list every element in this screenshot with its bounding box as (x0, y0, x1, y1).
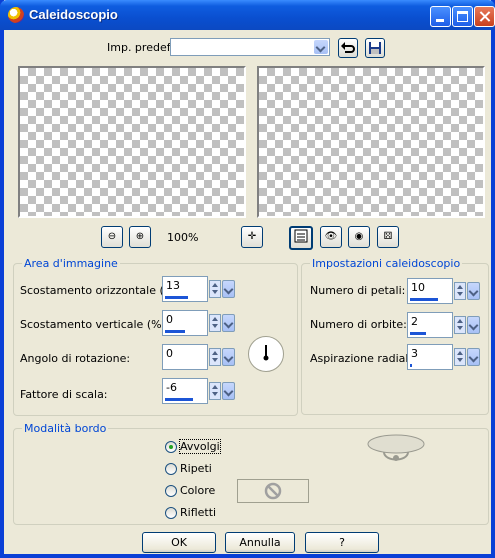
radial-input[interactable]: 3 (407, 344, 453, 370)
petals-control[interactable]: 10 (407, 278, 480, 306)
radial-dropdown-icon[interactable] (467, 348, 480, 366)
floppy-disk-icon (369, 42, 381, 54)
rotation-label: Angolo di rotazione: (20, 352, 131, 365)
pan-button[interactable]: ✛ (241, 226, 263, 248)
orbits-control[interactable]: 2 (407, 312, 480, 340)
v-offset-label: Scostamento verticale (%): (20, 318, 170, 331)
maximize-button[interactable] (452, 6, 473, 27)
close-button[interactable] (474, 6, 495, 27)
h-offset-label: Scostamento orizzontale (%): (20, 284, 183, 297)
window-title: Caleidoscopio (29, 7, 118, 22)
edge-option-radio-1[interactable] (165, 463, 177, 475)
scale-bar (165, 398, 193, 401)
h-offset-control[interactable]: 13 (162, 276, 235, 304)
radial-value: 3 (411, 347, 418, 360)
rotation-input[interactable]: 0 (162, 344, 208, 370)
zoom-out-button[interactable]: ⊖ (101, 226, 123, 248)
zoom-level: 100% (167, 231, 199, 244)
zoom-in-icon: ⊕ (135, 231, 145, 242)
signature-watermark-icon (367, 434, 425, 461)
scale-dropdown-icon[interactable] (222, 382, 235, 400)
h-offset-input[interactable]: 13 (162, 276, 208, 302)
h-offset-dropdown-icon[interactable] (222, 280, 235, 298)
edge-color-swatch[interactable] (237, 479, 309, 503)
zoom-in-button[interactable]: ⊕ (129, 226, 151, 248)
scale-control[interactable]: -6 (162, 378, 235, 406)
no-color-icon (264, 482, 282, 500)
undo-arrow-icon (341, 42, 355, 53)
preview-panel-icon (294, 229, 308, 243)
cancel-button[interactable]: Annulla (225, 532, 295, 553)
petals-bar (410, 298, 438, 301)
dial-needle-icon (263, 345, 269, 361)
rotation-value: 0 (166, 347, 173, 360)
minimize-button[interactable] (430, 6, 451, 27)
auto-proof-icon: ◉ (354, 231, 364, 242)
edge-option-radio-0[interactable] (165, 441, 177, 453)
toggle-preview-button[interactable] (289, 226, 313, 250)
proof-button[interactable]: 👁 (320, 226, 342, 248)
help-button[interactable]: ? (305, 532, 379, 553)
h-offset-spinner[interactable] (209, 280, 221, 298)
orbits-bar (410, 332, 426, 335)
ok-button[interactable]: OK (142, 532, 216, 553)
radial-bar (410, 364, 412, 367)
scale-input[interactable]: -6 (162, 378, 208, 404)
orbits-value: 2 (411, 315, 418, 328)
orbits-input[interactable]: 2 (407, 312, 453, 338)
dice-icon: ⚄ (383, 231, 393, 242)
edge-mode-title: Modalità bordo (22, 422, 109, 435)
rotation-spinner[interactable] (209, 348, 221, 366)
app-icon (8, 7, 24, 23)
v-offset-value: 0 (166, 313, 173, 326)
v-offset-control[interactable]: 0 (162, 310, 235, 338)
radial-label: Aspirazione radiale: (310, 352, 419, 365)
chevron-down-icon[interactable] (314, 40, 328, 54)
scale-label: Fattore di scala: (20, 388, 108, 401)
zoom-out-icon: ⊖ (107, 231, 117, 242)
edge-option-label: Colore (180, 484, 216, 497)
v-offset-spinner[interactable] (209, 314, 221, 332)
scale-spinner[interactable] (209, 382, 221, 400)
h-offset-bar (165, 296, 188, 299)
v-offset-dropdown-icon[interactable] (222, 314, 235, 332)
orbits-label: Numero di orbite: (310, 318, 407, 331)
radial-spinner[interactable] (454, 348, 466, 366)
rotation-dial[interactable] (248, 336, 284, 372)
move-icon: ✛ (247, 231, 257, 242)
orbits-dropdown-icon[interactable] (467, 316, 480, 334)
kaleidoscope-dialog: Caleidoscopio Imp. predef.: ⊖ ⊕ 100% ✛ 👁… (0, 0, 495, 558)
radial-control[interactable]: 3 (407, 344, 480, 372)
rotation-control[interactable]: 0 (162, 344, 235, 372)
edge-option-label: Avvolgi (179, 439, 221, 454)
v-offset-bar (165, 330, 185, 333)
auto-proof-button[interactable]: ◉ (348, 226, 370, 248)
edge-option-label: Ripeti (180, 462, 212, 475)
orbits-spinner[interactable] (454, 316, 466, 334)
petals-label: Numero di petali: (310, 284, 406, 297)
petals-spinner[interactable] (454, 282, 466, 300)
proof-eye-icon: 👁 (324, 231, 338, 242)
original-preview[interactable] (18, 66, 246, 218)
petals-value: 10 (411, 281, 425, 294)
randomize-button[interactable]: ⚄ (377, 226, 399, 248)
edge-option-radio-3[interactable] (165, 507, 177, 519)
h-offset-value: 13 (166, 279, 180, 292)
petals-dropdown-icon[interactable] (467, 282, 480, 300)
image-area-title: Area d'immagine (22, 257, 120, 270)
scale-value: -6 (166, 381, 177, 394)
v-offset-input[interactable]: 0 (162, 310, 208, 336)
edge-option-radio-2[interactable] (165, 485, 177, 497)
presets-label: Imp. predef.: (107, 41, 177, 54)
presets-dropdown[interactable] (170, 38, 330, 56)
edge-option-label: Rifletti (180, 506, 217, 519)
petals-input[interactable]: 10 (407, 278, 453, 304)
title-bar[interactable]: Caleidoscopio (0, 0, 495, 30)
rotation-dropdown-icon[interactable] (222, 348, 235, 366)
reset-preset-button[interactable] (338, 38, 358, 58)
save-preset-button[interactable] (365, 38, 385, 58)
result-preview (257, 66, 485, 218)
kaleido-settings-title: Impostazioni caleidoscopio (310, 257, 463, 270)
